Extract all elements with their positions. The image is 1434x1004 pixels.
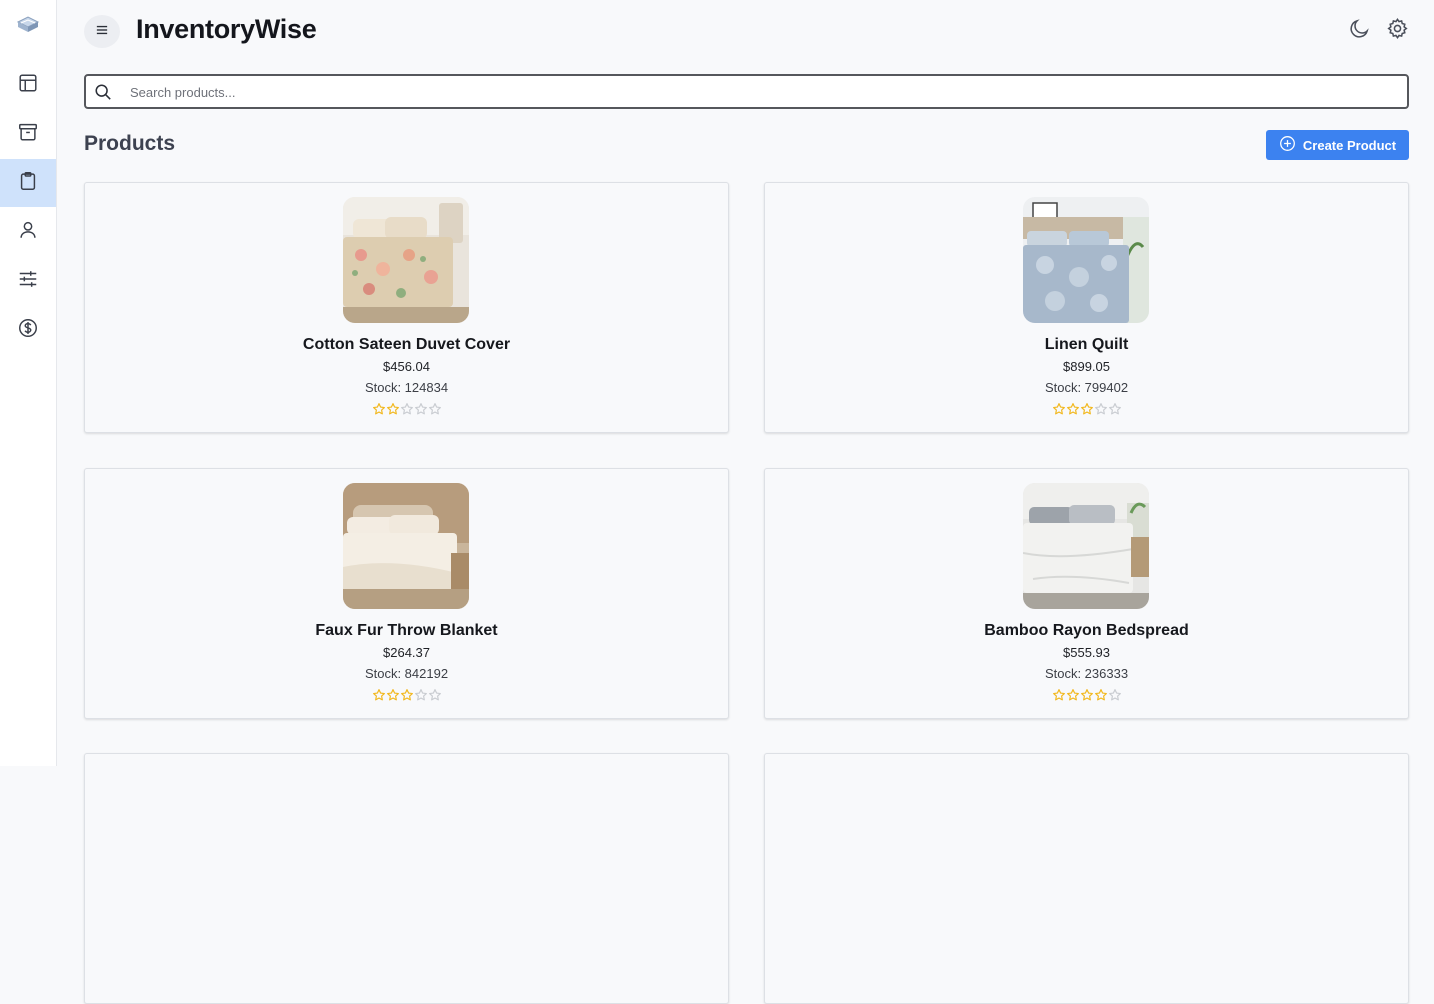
star-filled-icon <box>1080 403 1093 415</box>
star-filled-icon <box>1052 689 1065 701</box>
product-price: $456.04 <box>383 359 430 374</box>
app-title: InventoryWise <box>136 14 317 44</box>
create-product-button[interactable]: Create Product <box>1266 130 1409 160</box>
product-price: $555.93 <box>1063 645 1110 660</box>
star-filled-icon <box>386 689 399 701</box>
sidebar-item-products[interactable] <box>0 159 56 207</box>
product-card[interactable]: Bamboo Rayon Bedspread $555.93 Stock: 23… <box>764 468 1409 719</box>
star-empty-icon <box>1094 403 1107 415</box>
create-product-label: Create Product <box>1302 137 1397 153</box>
star-filled-icon <box>1080 689 1093 701</box>
product-name: Bamboo Rayon Bedspread <box>984 622 1189 639</box>
product-card[interactable]: Linen Quilt $899.05 Stock: 799402 <box>764 182 1409 433</box>
archive-box-icon <box>17 121 39 148</box>
page-title: Products <box>84 132 176 155</box>
star-empty-icon <box>414 689 427 701</box>
star-empty-icon <box>428 689 441 701</box>
sidebar-item-archive[interactable] <box>0 110 56 158</box>
user-icon <box>17 219 39 246</box>
star-empty-icon <box>1108 689 1121 701</box>
dollar-icon <box>17 317 39 344</box>
product-image <box>1023 483 1149 609</box>
hamburger-icon <box>96 23 108 41</box>
sidebar-item-dashboard[interactable] <box>0 61 56 109</box>
sidebar-item-billing[interactable] <box>0 306 56 354</box>
sliders-icon <box>17 268 39 295</box>
star-filled-icon <box>372 403 385 415</box>
sidebar-item-users[interactable] <box>0 208 56 256</box>
settings-button[interactable] <box>1385 17 1409 45</box>
star-filled-icon <box>1066 689 1079 701</box>
sidebar <box>0 0 57 766</box>
product-image <box>343 483 469 609</box>
clipboard-icon <box>17 170 39 197</box>
moon-icon <box>1348 17 1371 45</box>
star-empty-icon <box>1108 403 1121 415</box>
product-price: $899.05 <box>1063 359 1110 374</box>
product-stock: Stock: 236333 <box>1044 666 1129 681</box>
star-filled-icon <box>372 689 385 701</box>
product-stock: Stock: 799402 <box>1044 380 1129 395</box>
product-stock: Stock: 124834 <box>364 380 449 395</box>
layout-icon <box>17 72 39 99</box>
star-filled-icon <box>1066 403 1079 415</box>
product-image <box>343 197 469 323</box>
search-icon <box>94 83 112 101</box>
rating-stars <box>765 688 1408 702</box>
product-card[interactable]: Faux Fur Throw Blanket $264.37 Stock: 84… <box>84 468 729 719</box>
product-name: Faux Fur Throw Blanket <box>315 622 498 639</box>
star-filled-icon <box>400 689 413 701</box>
search-bar <box>84 74 1409 109</box>
star-empty-icon <box>414 403 427 415</box>
product-price: $264.37 <box>383 645 430 660</box>
star-empty-icon <box>428 403 441 415</box>
rating-stars <box>85 402 728 416</box>
sidebar-item-sliders[interactable] <box>0 257 56 305</box>
product-name: Cotton Sateen Duvet Cover <box>302 336 511 353</box>
main-content: InventoryWise Products Create Product <box>57 0 1434 1004</box>
star-filled-icon <box>1094 689 1107 701</box>
star-filled-icon <box>386 403 399 415</box>
product-name: Linen Quilt <box>1044 336 1129 353</box>
product-stock: Stock: 842192 <box>364 666 449 681</box>
search-input[interactable] <box>130 82 1390 102</box>
product-card[interactable]: Cotton Sateen Duvet Cover $456.04 Stock:… <box>84 182 729 433</box>
product-image <box>1023 197 1149 323</box>
menu-toggle-button[interactable] <box>84 15 120 48</box>
product-card[interactable] <box>84 753 729 1004</box>
gear-icon <box>1386 17 1409 45</box>
app-logo-icon <box>16 14 40 36</box>
star-empty-icon <box>400 403 413 415</box>
dark-mode-toggle[interactable] <box>1347 19 1371 43</box>
product-card[interactable] <box>764 753 1409 1004</box>
rating-stars <box>85 688 728 702</box>
plus-circle-icon <box>1279 135 1296 155</box>
star-filled-icon <box>1052 403 1065 415</box>
rating-stars <box>765 402 1408 416</box>
